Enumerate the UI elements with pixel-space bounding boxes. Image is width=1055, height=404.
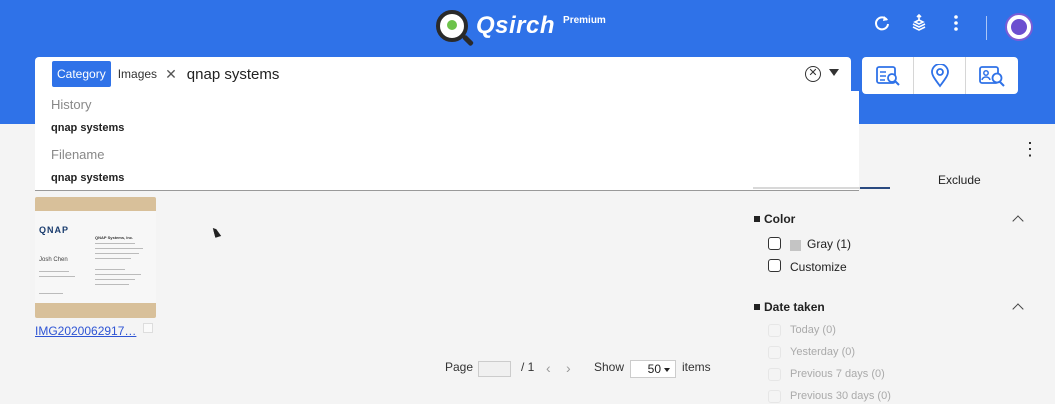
edition-badge: Premium — [563, 14, 606, 26]
collapse-date-icon[interactable] — [1012, 303, 1024, 315]
prev-page-icon[interactable]: ‹ — [546, 360, 551, 376]
show-label: Show — [594, 360, 625, 374]
date-option-today: Today (0) — [790, 324, 836, 336]
search-input[interactable] — [186, 65, 747, 83]
date-option-previous-7-days: Previous 7 days (0) — [790, 368, 885, 380]
face-search-icon — [979, 65, 1005, 87]
gray-checkbox[interactable] — [768, 237, 781, 250]
search-tools — [862, 57, 1018, 94]
category-chip-value: Images — [117, 67, 158, 81]
prev-30-days-checkbox[interactable] — [768, 390, 781, 403]
location-search-button[interactable] — [914, 57, 966, 94]
today-checkbox[interactable] — [768, 324, 781, 337]
gray-option-label: Gray (1) — [807, 237, 852, 251]
prev-7-days-checkbox[interactable] — [768, 368, 781, 381]
face-search-button[interactable] — [966, 57, 1018, 94]
items-label: items — [682, 360, 711, 374]
qsirch-logo[interactable]: Qsirch Premium — [436, 8, 606, 47]
yesterday-checkbox[interactable] — [768, 346, 781, 359]
image-search-button[interactable] — [862, 57, 914, 94]
tab-exclude[interactable]: Exclude — [938, 173, 981, 187]
history-suggestion[interactable]: qnap systems — [51, 122, 124, 134]
mouse-cursor — [212, 226, 222, 238]
user-avatar[interactable] — [1005, 13, 1033, 41]
history-heading: History — [51, 97, 92, 112]
next-page-icon[interactable]: › — [566, 360, 571, 376]
refresh-icon[interactable] — [870, 14, 894, 38]
filename-suggestion[interactable]: qnap systems — [51, 172, 124, 184]
customize-option-label: Customize — [790, 260, 847, 274]
date-option-yesterday: Yesterday (0) — [790, 346, 856, 358]
remove-category-icon[interactable]: ✕ — [165, 66, 177, 83]
app-name: Qsirch — [476, 12, 556, 39]
date-taken-filter-title: Date taken — [754, 300, 825, 314]
result-filename-link[interactable]: IMG2020062917… — [35, 324, 147, 338]
category-label[interactable]: Category — [52, 61, 111, 87]
location-pin-icon — [930, 63, 949, 88]
header-divider — [986, 16, 987, 40]
filename-heading: Filename — [51, 147, 105, 162]
color-filter-title: Color — [754, 212, 795, 226]
more-vert-icon[interactable] — [944, 14, 968, 38]
collapse-color-icon[interactable] — [1012, 215, 1024, 227]
stack-icon[interactable] — [907, 13, 931, 38]
card-company: QNAP Systems, Inc. — [95, 235, 134, 240]
search-options-dropdown-icon[interactable] — [829, 69, 839, 76]
page-label: Page — [445, 360, 474, 374]
result-thumbnail[interactable]: QNAP QNAP Systems, Inc. Josh Chen — [35, 197, 156, 318]
date-option-previous-30-days: Previous 30 days (0) — [790, 390, 891, 402]
magnifier-logo-icon — [436, 10, 475, 47]
customize-checkbox[interactable] — [768, 259, 781, 272]
image-search-icon — [875, 65, 900, 86]
result-select-checkbox[interactable] — [143, 323, 153, 333]
business-card-image: QNAP QNAP Systems, Inc. Josh Chen — [35, 211, 156, 303]
card-person-name: Josh Chen — [39, 257, 68, 263]
page-input[interactable] — [478, 361, 511, 377]
gray-swatch — [790, 240, 801, 251]
total-pages: / 1 — [521, 360, 535, 374]
clear-search-icon[interactable]: ✕ — [805, 66, 821, 82]
more-options-icon[interactable]: ⋮ — [1021, 140, 1039, 158]
card-logo: QNAP — [39, 225, 70, 235]
active-tab-indicator — [860, 187, 890, 189]
search-bar: Category Images ✕ ✕ — [35, 57, 851, 91]
search-suggestions: History qnap systems Filename qnap syste… — [35, 91, 859, 191]
items-per-page-select[interactable]: 50 — [630, 360, 676, 378]
